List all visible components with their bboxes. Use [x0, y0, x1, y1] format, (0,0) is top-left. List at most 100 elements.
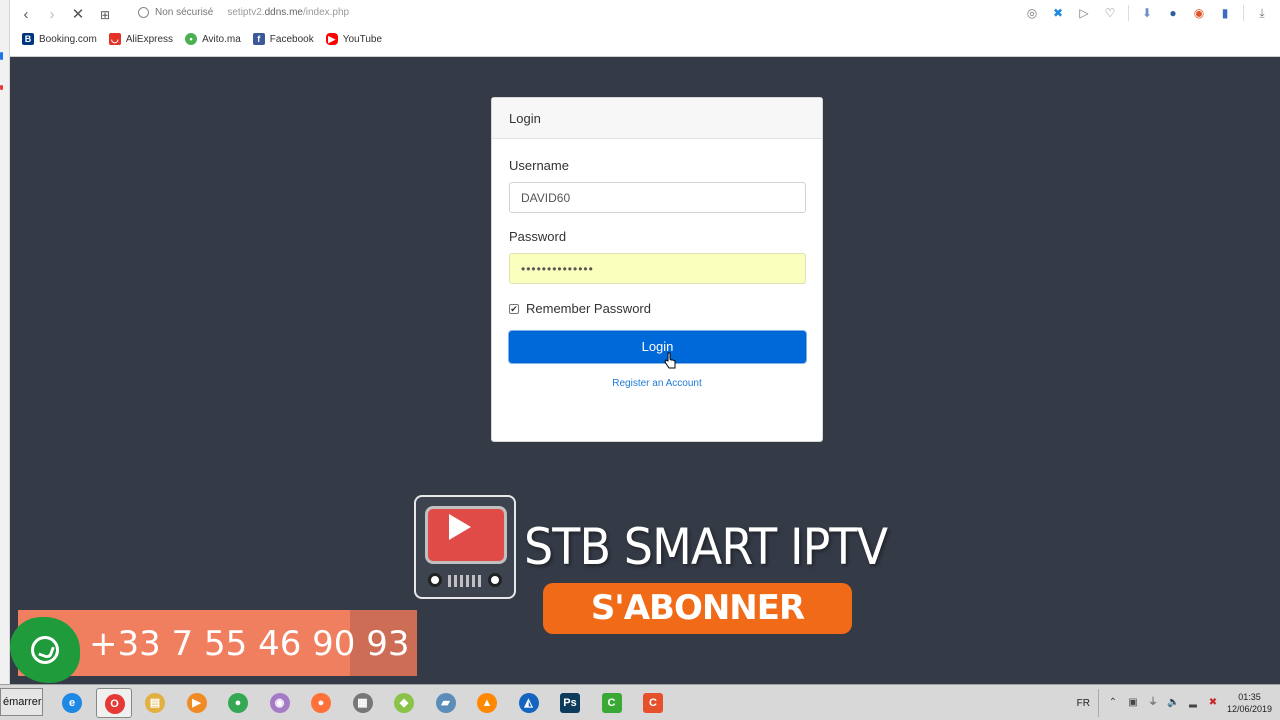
- stop-loading-icon[interactable]: ✕: [68, 5, 88, 25]
- system-tray: FR ⌃ ▣ ⏚ 🔈 ▂ ✖ 01:35 12/06/2019: [1077, 685, 1280, 720]
- tv-knob-left: [428, 573, 442, 587]
- bookmark-facebook[interactable]: f Facebook: [252, 33, 314, 45]
- facebook-icon: f: [252, 33, 265, 45]
- side-indicator-red: [0, 85, 3, 90]
- remember-password[interactable]: ✔ Remember Password: [509, 301, 651, 316]
- firefox-taskbar-button[interactable]: ●: [303, 688, 339, 718]
- network-drive-icon[interactable]: ▣: [1127, 697, 1139, 709]
- avito-icon: •: [185, 33, 198, 45]
- tabs-grid-icon[interactable]: ⊞: [95, 5, 115, 25]
- camtasia-orange-icon: C: [643, 693, 663, 713]
- side-indicator-blue: [0, 52, 3, 60]
- downloads-icon[interactable]: ⤓: [1254, 5, 1270, 21]
- username-label: Username: [509, 158, 569, 173]
- clock[interactable]: 01:35 12/06/2019: [1227, 691, 1272, 715]
- chrome-taskbar-button[interactable]: ●: [220, 688, 256, 718]
- photo-viewer-taskbar-button[interactable]: ◆: [386, 688, 422, 718]
- extension-red-icon[interactable]: ◉: [1191, 5, 1207, 21]
- usb-icon[interactable]: ⏚: [1147, 697, 1159, 709]
- back-icon[interactable]: ‹: [16, 5, 36, 25]
- bookmark-avito[interactable]: • Avito.ma: [185, 33, 241, 45]
- opera-icon: O: [104, 694, 125, 714]
- login-button[interactable]: Login: [509, 331, 806, 363]
- chrome-icon: ●: [228, 693, 248, 713]
- file-explorer-icon: ▤: [145, 693, 165, 713]
- browser-toolbar: ‹ › ✕ ⊞ Non sécurisé setiptv2.ddns.me/in…: [10, 0, 1280, 30]
- youtube-icon: ▶: [325, 33, 338, 45]
- opera-taskbar-button[interactable]: O: [95, 688, 132, 718]
- show-hidden-icons-icon[interactable]: ⌃: [1107, 697, 1119, 709]
- tv-play-logo: [414, 495, 516, 599]
- camtasia-green-taskbar-button[interactable]: C: [594, 688, 630, 718]
- forward-icon[interactable]: ›: [42, 5, 62, 25]
- bookmark-booking[interactable]: B Booking.com: [22, 33, 97, 45]
- photo-viewer-icon: ◆: [394, 693, 414, 713]
- language-indicator[interactable]: FR: [1077, 698, 1090, 709]
- network-error-icon[interactable]: ✖: [1207, 697, 1219, 709]
- anydesk-taskbar-button[interactable]: ◭: [511, 688, 547, 718]
- heart-icon[interactable]: ♡: [1102, 5, 1118, 21]
- notebook-taskbar-button[interactable]: ▰: [428, 688, 464, 718]
- notebook-icon: ▰: [435, 693, 456, 713]
- subscribe-button[interactable]: S'ABONNER: [543, 583, 852, 634]
- firefox-icon: ●: [311, 693, 331, 713]
- tv-knob-right: [488, 573, 502, 587]
- tv-speaker-grill: [448, 575, 482, 587]
- notepad-taskbar-button[interactable]: ▦: [345, 688, 381, 718]
- photoshop-taskbar-button[interactable]: Ps: [552, 688, 588, 718]
- tor-browser-taskbar-button[interactable]: ◉: [262, 688, 298, 718]
- download-arrow-icon[interactable]: ⬇: [1139, 5, 1155, 21]
- play-icon: [449, 514, 471, 540]
- url-text[interactable]: setiptv2.ddns.me/index.php: [227, 7, 349, 18]
- photoshop-icon: Ps: [560, 693, 580, 713]
- password-label: Password: [509, 229, 567, 244]
- extension-book-icon[interactable]: ▮: [1217, 5, 1233, 21]
- signal-icon[interactable]: ▂: [1187, 697, 1199, 709]
- username-input[interactable]: DAVID60: [509, 182, 806, 213]
- clock-date: 12/06/2019: [1226, 704, 1272, 714]
- security-label: Non sécurisé: [155, 7, 214, 18]
- anydesk-icon: ◭: [518, 693, 539, 713]
- globe-icon: [138, 7, 149, 18]
- login-card-header: Login: [492, 98, 822, 139]
- brand-title: STB SMART IPTV: [524, 518, 888, 576]
- clock-time: 01:35: [1238, 692, 1261, 702]
- internet-explorer-icon: e: [62, 693, 82, 713]
- password-input[interactable]: ••••••••••••••: [509, 253, 806, 284]
- hand-cursor-icon: [664, 352, 676, 369]
- start-button[interactable]: émarrer: [0, 688, 43, 716]
- register-link[interactable]: Register an Account: [492, 378, 822, 389]
- shield-extension-icon[interactable]: ✖: [1050, 5, 1066, 21]
- vpn-icon[interactable]: ●: [1165, 5, 1181, 21]
- media-player-taskbar-button[interactable]: ▶: [179, 688, 215, 718]
- tray-separator: [1097, 689, 1099, 717]
- vlc-icon: ▲: [477, 693, 497, 713]
- notepad-icon: ▦: [352, 693, 373, 713]
- address-bar[interactable]: Non sécurisé setiptv2.ddns.me/index.php: [138, 7, 349, 18]
- send-icon[interactable]: ▷: [1076, 5, 1092, 21]
- side-panel-strip: [0, 0, 10, 684]
- toolbar-separator: [1243, 5, 1244, 21]
- bookmark-youtube[interactable]: ▶ YouTube: [325, 33, 382, 45]
- login-card: Login Username DAVID60 Password ••••••••…: [491, 97, 823, 442]
- media-player-icon: ▶: [186, 693, 207, 713]
- phone-number: +33 7 55 46 90 93: [89, 624, 410, 664]
- browser-extension-icons: ◎ ✖ ▷ ♡ ⬇ ● ◉ ▮ ⤓: [1024, 5, 1270, 21]
- camtasia-orange-taskbar-button[interactable]: C: [635, 688, 671, 718]
- camtasia-green-icon: C: [601, 693, 622, 713]
- vlc-taskbar-button[interactable]: ▲: [469, 688, 505, 718]
- tor-browser-icon: ◉: [269, 693, 290, 713]
- booking-icon: B: [22, 33, 34, 45]
- browser-chrome: ‹ › ✕ ⊞ Non sécurisé setiptv2.ddns.me/in…: [10, 0, 1280, 57]
- camera-icon[interactable]: ◎: [1024, 5, 1040, 21]
- aliexpress-icon: ◡: [108, 33, 121, 45]
- remember-label: Remember Password: [526, 301, 651, 316]
- taskbar: émarrer e O ▤ ▶ ● ◉ ● ▦ ◆ ▰ ▲ ◭ Ps C C FR ⌃ ▣ ⏚ 🔈 ▂ ✖ …: [0, 684, 1280, 720]
- bookmarks-bar: B Booking.com ◡ AliExpress • Avito.ma f Face…: [22, 33, 382, 45]
- toolbar-separator: [1128, 5, 1129, 21]
- file-explorer-taskbar-button[interactable]: ▤: [137, 688, 173, 718]
- internet-explorer-taskbar-button[interactable]: e: [54, 688, 90, 718]
- bookmark-aliexpress[interactable]: ◡ AliExpress: [108, 33, 173, 45]
- volume-icon[interactable]: 🔈: [1167, 697, 1179, 709]
- remember-checkbox[interactable]: ✔: [509, 303, 519, 314]
